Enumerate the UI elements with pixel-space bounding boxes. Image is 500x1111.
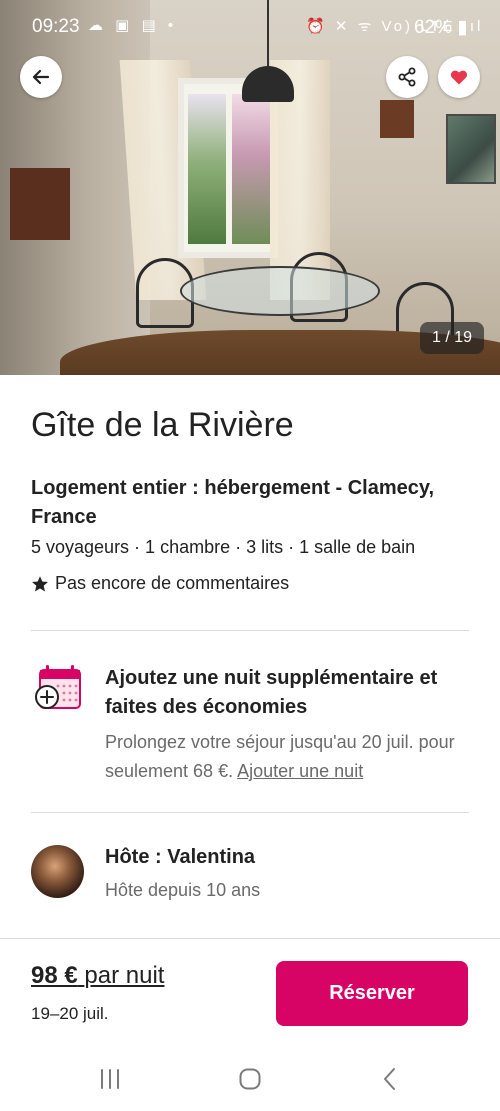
home-icon [239,1068,261,1090]
calendar-add-icon [35,665,81,709]
system-nav-bar [0,1050,500,1111]
reserve-button[interactable]: Réserver [276,961,468,1026]
status-time: 09:23 [32,16,80,37]
share-button[interactable] [386,56,428,98]
notification-icons: ☁ ▣ ▤ • [88,17,178,34]
photo-counter: 1 / 19 [420,322,484,354]
arrow-left-icon [32,69,50,85]
promo-title: Ajoutez une nuit supplémentaire et faite… [105,667,438,718]
host-since: Hôte depuis 10 ans [105,880,261,900]
price-per-night[interactable]: 98 € par nuit [31,962,164,990]
listing-title: Gîte de la Rivière [31,406,294,444]
price-unit: par nuit [84,962,165,989]
system-back-button[interactable] [370,1064,410,1094]
rating-row[interactable]: Pas encore de commentaires [31,573,289,594]
favorite-button[interactable] [438,56,480,98]
heart-icon [450,70,468,85]
divider [31,812,469,813]
photo-wall-picture [446,114,496,184]
share-icon [398,67,416,87]
listing-specs: 5 voyageurs · 1 chambre · 3 lits · 1 sal… [31,537,416,557]
star-icon [32,575,48,591]
photo-cabinet [10,168,70,240]
battery-icon: ▮ [457,17,468,38]
listing-type-location: Logement entier : hébergement - Clamecy,… [31,477,435,528]
photo-glass-table [180,266,380,316]
promo-text: Prolongez votre séjour jusqu'au 20 juil.… [105,732,455,781]
status-bar: 09:23 ☁ ▣ ▤ • ⏰ ✕ ᯤ Vo) LTE .ıl 62% ▮ [0,0,500,54]
rating-text: Pas encore de commentaires [55,573,290,593]
host-avatar[interactable] [31,845,84,898]
battery-level: 62% ▮ [414,17,468,38]
back-button[interactable] [20,56,62,98]
divider [31,630,469,631]
chevron-left-icon [384,1068,395,1090]
booking-bar-divider [0,938,500,939]
recent-apps-button[interactable] [90,1064,130,1094]
recent-apps-icon [101,1069,119,1089]
host-name[interactable]: Hôte : Valentina [105,846,255,869]
photo-window [178,78,278,258]
booking-dates: 19–20 juil. [31,1004,109,1023]
home-button[interactable] [230,1064,270,1094]
price-amount: 98 € [31,962,78,989]
add-night-link[interactable]: Ajouter une nuit [237,761,363,781]
listing-photo[interactable] [0,0,500,375]
photo-shelf [380,100,414,138]
